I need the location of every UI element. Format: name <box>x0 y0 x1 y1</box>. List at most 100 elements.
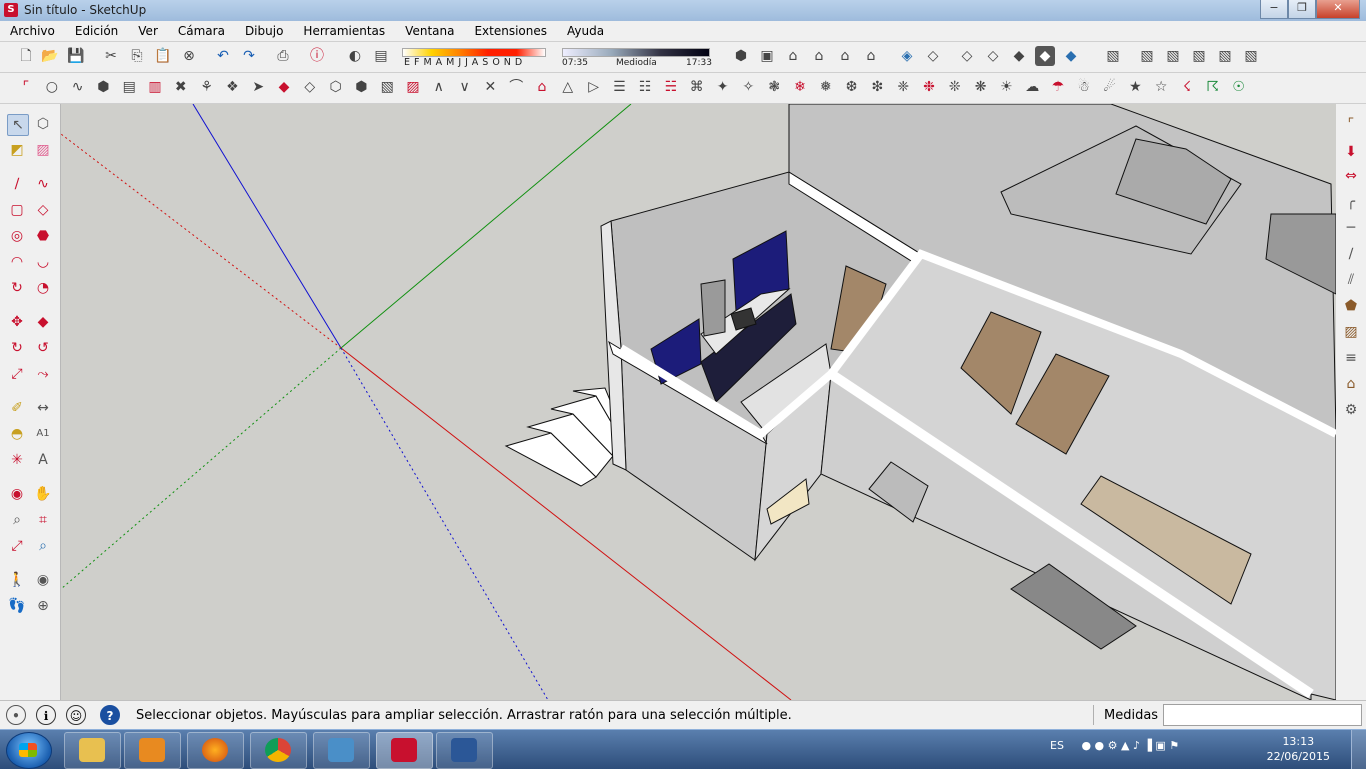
extension-tool-43-icon[interactable]: ☄ <box>1100 77 1120 97</box>
menu-extensiones[interactable]: Extensiones <box>464 21 557 41</box>
help-icon[interactable]: ? <box>100 705 120 725</box>
extension-warehouse-icon[interactable]: ▧ <box>1189 46 1209 66</box>
shadow-time-slider[interactable]: 07:35 Mediodía 17:33 <box>560 46 712 70</box>
extension-tool-48-icon[interactable]: ☉ <box>1229 77 1249 97</box>
extension-tool-4-icon[interactable]: ⬢ <box>93 77 113 97</box>
circle-icon[interactable]: ◎ <box>7 226 27 246</box>
export-icon[interactable]: ▧ <box>1241 46 1261 66</box>
extension-tool-22-icon[interactable]: △ <box>558 77 578 97</box>
extension-tool-45-icon[interactable]: ☆ <box>1151 77 1171 97</box>
pie-icon[interactable]: ◔ <box>33 278 53 298</box>
measurements-input[interactable] <box>1163 704 1362 726</box>
railing-icon[interactable]: ≡ <box>1341 348 1361 368</box>
extension-tool-21-icon[interactable]: ⌂ <box>532 77 552 97</box>
monochrome-icon[interactable]: ◆ <box>1061 46 1081 66</box>
extension-tool-47-icon[interactable]: ☈ <box>1203 77 1223 97</box>
menu-camara[interactable]: Cámara <box>168 21 235 41</box>
open-file-icon[interactable]: 📂 <box>40 46 60 66</box>
taskbar-firefox[interactable] <box>187 732 244 769</box>
settings-tool-icon[interactable]: ⚙ <box>1341 400 1361 420</box>
extension-tool-9-icon[interactable]: ❖ <box>222 77 242 97</box>
taskbar-word[interactable] <box>436 732 493 769</box>
start-button[interactable] <box>6 732 52 769</box>
hidden-line-icon[interactable]: ◇ <box>983 46 1003 66</box>
two-point-arc-icon[interactable]: ◡ <box>33 252 53 272</box>
left-view-icon[interactable]: ⌂ <box>861 46 881 66</box>
print-icon[interactable]: ⎙ <box>273 46 293 66</box>
shadows-toggle-icon[interactable]: ◐ <box>345 46 365 66</box>
extension-tool-29-icon[interactable]: ✧ <box>738 77 758 97</box>
components-icon[interactable]: ▧ <box>1103 46 1123 66</box>
copy-icon[interactable]: ⎘ <box>127 46 147 66</box>
stretch-icon[interactable]: ⇔ <box>1341 166 1361 186</box>
credits-icon[interactable]: ℹ <box>36 705 56 725</box>
extension-tool-32-icon[interactable]: ❅ <box>816 77 836 97</box>
extension-tool-42-icon[interactable]: ☃ <box>1074 77 1094 97</box>
extension-tool-26-icon[interactable]: ☵ <box>661 77 681 97</box>
extension-tool-16-icon[interactable]: ▨ <box>403 77 423 97</box>
roof-icon[interactable]: ⌂ <box>1341 374 1361 394</box>
eraser-icon[interactable]: ▨ <box>33 140 53 160</box>
minimize-button[interactable]: − <box>1260 0 1288 19</box>
back-edges-icon[interactable]: ◇ <box>923 46 943 66</box>
paint-bucket-icon[interactable]: ◩ <box>7 140 27 160</box>
taskbar-photo-viewer[interactable] <box>313 732 370 769</box>
drop-icon[interactable]: ⬇ <box>1341 142 1361 162</box>
3d-model-canvas[interactable] <box>61 104 1336 700</box>
user-account-icon[interactable]: ☺ <box>66 705 86 725</box>
extension-tool-39-icon[interactable]: ☀ <box>996 77 1016 97</box>
extension-tool-3-icon[interactable]: ∿ <box>68 77 88 97</box>
follow-me-icon[interactable]: ↺ <box>33 338 53 358</box>
extension-tool-40-icon[interactable]: ☁ <box>1022 77 1042 97</box>
shaded-textures-icon[interactable]: ◆ <box>1035 46 1055 66</box>
line-tool-icon[interactable]: ∕ <box>7 174 27 194</box>
rectangle-icon[interactable]: ▢ <box>7 200 27 220</box>
extension-tool-5-icon[interactable]: ▤ <box>119 77 139 97</box>
back-view-icon[interactable]: ⌂ <box>835 46 855 66</box>
extension-tool-36-icon[interactable]: ❉ <box>919 77 939 97</box>
layout-icon[interactable]: ▧ <box>1215 46 1235 66</box>
offset-icon[interactable]: ⤳ <box>33 364 53 384</box>
modeling-viewport[interactable] <box>61 104 1336 700</box>
tape-measure-icon[interactable]: ✐ <box>7 398 27 418</box>
language-indicator[interactable]: ES <box>1050 739 1064 752</box>
shaded-icon[interactable]: ◆ <box>1009 46 1029 66</box>
3d-text-icon[interactable]: A <box>33 450 53 470</box>
menu-ayuda[interactable]: Ayuda <box>557 21 614 41</box>
paste-icon[interactable]: 📋 <box>153 46 173 66</box>
cut-icon[interactable]: ✂ <box>101 46 121 66</box>
freehand-icon[interactable]: ∿ <box>33 174 53 194</box>
taskbar-media-player[interactable] <box>124 732 181 769</box>
extension-tool-28-icon[interactable]: ✦ <box>713 77 733 97</box>
extension-tool-2-icon[interactable]: ○ <box>42 77 62 97</box>
delete-icon[interactable]: ⊗ <box>179 46 199 66</box>
extension-tool-7-icon[interactable]: ✖ <box>171 77 191 97</box>
extension-tool-12-icon[interactable]: ◇ <box>300 77 320 97</box>
extension-tool-38-icon[interactable]: ❋ <box>971 77 991 97</box>
rotate-icon[interactable]: ↻ <box>7 338 27 358</box>
axes-icon[interactable]: ✳ <box>7 450 27 470</box>
extension-tool-8-icon[interactable]: ⚘ <box>197 77 217 97</box>
extension-tool-13-icon[interactable]: ⬡ <box>326 77 346 97</box>
show-desktop-button[interactable] <box>1351 730 1366 769</box>
right-view-icon[interactable]: ⌂ <box>809 46 829 66</box>
stairs[interactable] <box>504 387 622 487</box>
rotated-rectangle-icon[interactable]: ◇ <box>33 200 53 220</box>
extension-tool-41-icon[interactable]: ☂ <box>1048 77 1068 97</box>
tray-icons[interactable]: ● ● ⚙ ▲ ♪ ▐ ▣ ⚑ <box>1081 739 1179 752</box>
extension-tool-46-icon[interactable]: ☇ <box>1177 77 1197 97</box>
position-camera-icon[interactable]: 🚶 <box>7 570 27 590</box>
new-file-icon[interactable]: 🗋 <box>16 46 36 66</box>
extension-tool-37-icon[interactable]: ❊ <box>945 77 965 97</box>
restore-button[interactable]: ❐ <box>1288 0 1316 19</box>
zoom-icon[interactable]: ⌕ <box>7 510 27 530</box>
extension-tool-44-icon[interactable]: ★ <box>1125 77 1145 97</box>
door-icon[interactable]: ⬟ <box>1341 296 1361 316</box>
extension-tool-20-icon[interactable]: ⌒ <box>506 77 526 97</box>
move-icon[interactable]: ✥ <box>7 312 27 332</box>
menu-archivo[interactable]: Archivo <box>0 21 65 41</box>
component-tool-icon[interactable]: ⬡ <box>33 114 53 134</box>
previous-view-icon[interactable]: ⌕ <box>33 536 53 556</box>
front-view-icon[interactable]: ⌂ <box>783 46 803 66</box>
wall-tool-icon[interactable]: ⌜ <box>1341 114 1361 134</box>
